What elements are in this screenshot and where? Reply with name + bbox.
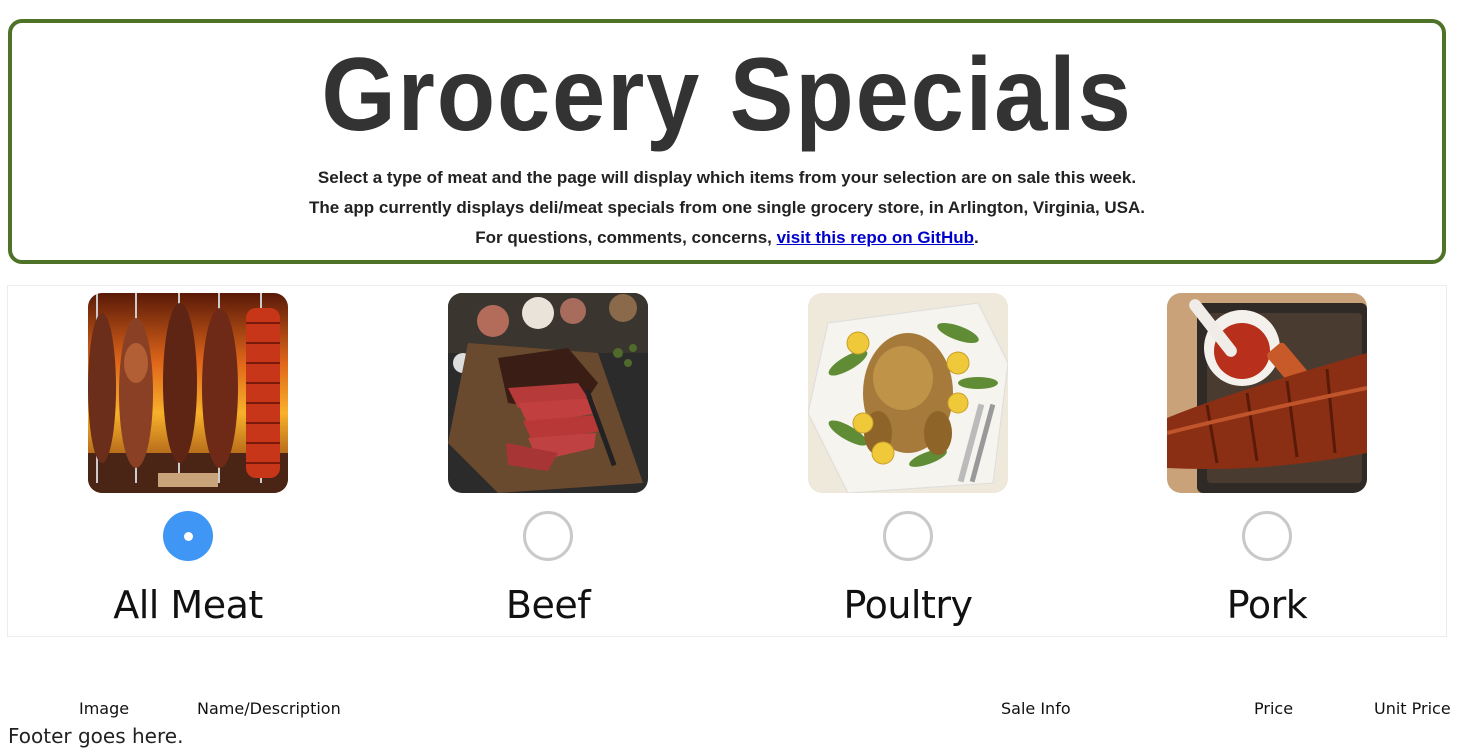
contact-prefix: For questions, comments, concerns, (475, 228, 777, 247)
column-header-unit-price: Unit Price (1374, 699, 1451, 718)
column-header-image: Image (79, 699, 130, 718)
meat-label-pork: Pork (1226, 583, 1308, 627)
meat-option-poultry[interactable]: Poultry (728, 286, 1088, 636)
radio-poultry[interactable] (883, 511, 933, 561)
column-header-sale-info: Sale Info (1001, 699, 1071, 718)
footer: Footer goes here. (8, 724, 184, 748)
grilled-skewers-photo[interactable] (88, 293, 288, 493)
meat-label-poultry: Poultry (843, 583, 973, 627)
meat-type-selector: All Meat Beef Poultry Pork (7, 285, 1447, 637)
description-line-1: Select a type of meat and the page will … (317, 168, 1137, 187)
header-box: Grocery Specials Select a type of meat a… (8, 19, 1446, 264)
page-title: Grocery Specials (321, 37, 1133, 153)
column-header-price: Price (1254, 699, 1294, 718)
radio-pork[interactable] (1242, 511, 1292, 561)
description-line-3: For questions, comments, concerns, visit… (12, 226, 1442, 250)
radio-all-meat[interactable] (163, 511, 213, 561)
description-line-2: The app currently displays deli/meat spe… (308, 198, 1146, 217)
radio-beef[interactable] (523, 511, 573, 561)
specials-table-header: Image Name/Description Sale Info Price U… (0, 698, 1457, 720)
meat-option-all-meat[interactable]: All Meat (8, 286, 368, 636)
column-header-name-description: Name/Description (197, 699, 341, 718)
github-repo-link[interactable]: visit this repo on GitHub (777, 228, 974, 247)
roast-chicken-photo[interactable] (808, 293, 1008, 493)
meat-option-beef[interactable]: Beef (368, 286, 728, 636)
meat-label-beef: Beef (505, 583, 591, 627)
contact-suffix: . (974, 228, 979, 247)
meat-label-all-meat: All Meat (113, 583, 263, 627)
meat-option-pork[interactable]: Pork (1087, 286, 1447, 636)
sliced-beef-roast-photo[interactable] (448, 293, 648, 493)
bbq-pork-ribs-photo[interactable] (1167, 293, 1367, 493)
